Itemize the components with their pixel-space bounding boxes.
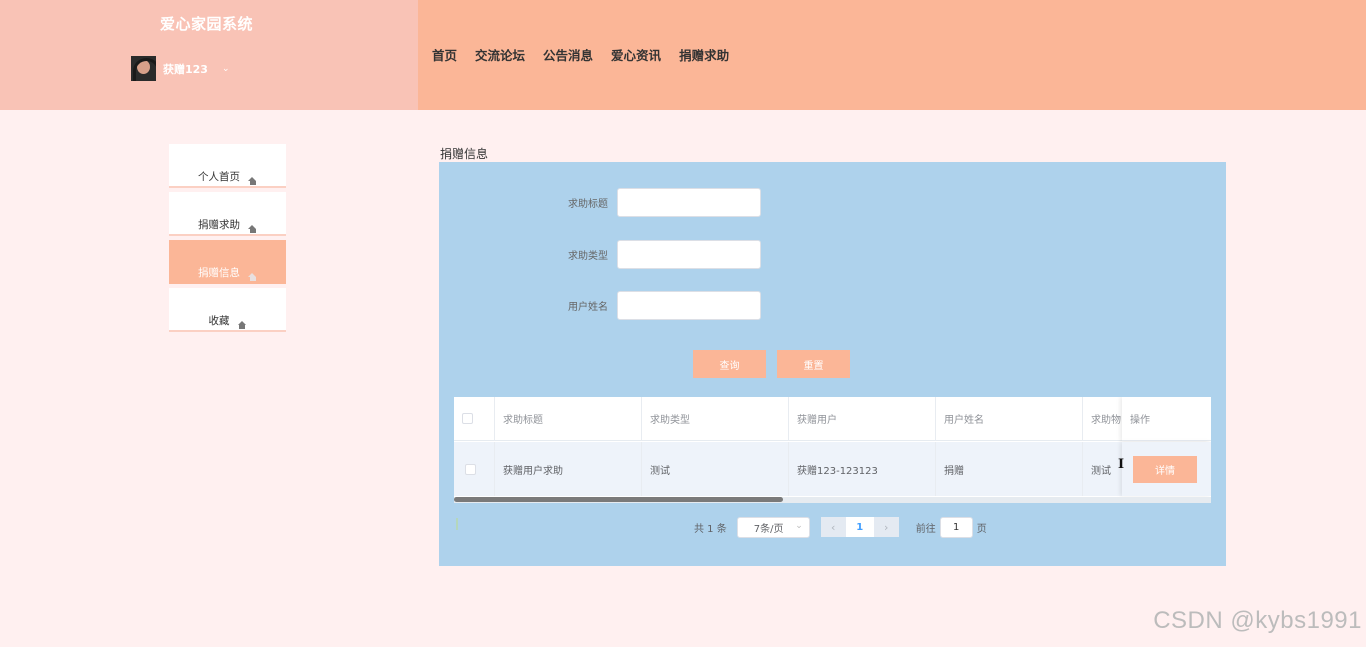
table-row-select — [454, 442, 495, 496]
page-number-current[interactable]: 1 — [845, 517, 874, 537]
sidebar-item-label: 收藏 — [208, 315, 230, 327]
sidebar-item-profile[interactable]: 个人首页 — [169, 144, 286, 188]
sidebar-item-label: 捐赠信息 — [198, 267, 240, 279]
table-header-cell: 用户姓名 — [936, 397, 1083, 441]
search-button[interactable]: 查询 — [693, 350, 766, 378]
home-icon — [248, 177, 257, 185]
home-icon — [248, 273, 257, 281]
top-nav: 首页 交流论坛 公告消息 爱心资讯 捐赠求助 — [432, 45, 747, 64]
home-icon — [237, 321, 247, 329]
chevron-down-icon: ⌄ — [795, 520, 803, 531]
sidebar-item-favorites[interactable]: 收藏 — [169, 288, 286, 332]
table-action-cell: 详情 — [1122, 442, 1211, 496]
reset-button[interactable]: 重置 — [777, 350, 850, 378]
avatar — [131, 56, 156, 81]
username-field-label: 用户姓名 — [568, 302, 608, 313]
pagination: 共 1 条 7条/页 ⌄ ‹ 1 › 前往 1 页 — [694, 516, 987, 538]
nav-news[interactable]: 爱心资讯 — [611, 45, 661, 64]
home-icon — [248, 225, 257, 233]
goto-page-input[interactable]: 1 — [939, 516, 973, 538]
divider — [456, 518, 458, 530]
text-cursor-icon: I — [1118, 457, 1125, 472]
page-title: 捐赠信息 — [440, 147, 489, 161]
table-header-select — [454, 397, 495, 441]
page-unit-label: 页 — [976, 523, 987, 535]
type-field[interactable] — [617, 240, 761, 269]
nav-announcements[interactable]: 公告消息 — [543, 45, 593, 64]
table-cell: 获赠123-123123 — [789, 442, 936, 496]
search-panel: 求助标题 求助类型 用户姓名 查询 重置 求助标题 求助类型 获赠用户 用户姓名… — [439, 162, 1226, 566]
table-header-cell: 获赠用户 — [789, 397, 936, 441]
user-menu[interactable]: 获赠123 ⌄ — [131, 56, 230, 81]
table-cell: 获赠用户求助 — [495, 442, 642, 496]
pagination-total: 共 1 条 — [694, 523, 727, 535]
nav-donation-requests[interactable]: 捐赠求助 — [679, 45, 729, 64]
data-table: 求助标题 求助类型 获赠用户 用户姓名 求助物 操作 获赠用户求助 测试 获赠1… — [454, 397, 1211, 503]
title-field-label: 求助标题 — [568, 199, 608, 210]
form-row-username: 用户姓名 — [439, 291, 761, 320]
table-cell: 捐赠 — [936, 442, 1083, 496]
sidebar-item-label: 个人首页 — [198, 171, 240, 183]
form-row-type: 求助类型 — [439, 240, 761, 269]
username-field[interactable] — [617, 291, 761, 320]
sidebar-item-donation-info[interactable]: 捐赠信息 — [169, 240, 286, 284]
sidebar: 个人首页 捐赠求助 捐赠信息 收藏 — [169, 144, 286, 336]
table-header-cell: 操作 — [1122, 397, 1211, 441]
next-page-button[interactable]: › — [873, 517, 899, 537]
sidebar-item-label: 捐赠求助 — [198, 219, 240, 231]
chevron-down-icon[interactable]: ⌄ — [222, 64, 230, 74]
sidebar-item-donation-requests[interactable]: 捐赠求助 — [169, 192, 286, 236]
user-name: 获赠123 — [163, 62, 208, 76]
table-header-cell: 求助标题 — [495, 397, 642, 441]
app-title: 爱心家园系统 — [160, 15, 254, 33]
page-size-value: 7条/页 — [753, 523, 784, 535]
form-row-title: 求助标题 — [439, 188, 761, 217]
table-cell: 测试 — [642, 442, 789, 496]
row-checkbox[interactable] — [465, 463, 476, 475]
nav-home[interactable]: 首页 — [432, 45, 457, 64]
horizontal-scrollbar[interactable] — [454, 497, 783, 502]
goto-label: 前往 — [915, 523, 936, 535]
detail-button[interactable]: 详情 — [1133, 455, 1197, 483]
title-field[interactable] — [617, 188, 761, 217]
prev-page-button[interactable]: ‹ — [820, 517, 846, 537]
select-all-checkbox[interactable] — [462, 413, 473, 424]
watermark: CSDN @kybs1991 — [1153, 607, 1362, 634]
type-field-label: 求助类型 — [568, 251, 608, 262]
table-header-cell: 求助类型 — [642, 397, 789, 441]
nav-forum[interactable]: 交流论坛 — [475, 45, 525, 64]
page-size-select[interactable]: 7条/页 ⌄ — [736, 516, 810, 538]
